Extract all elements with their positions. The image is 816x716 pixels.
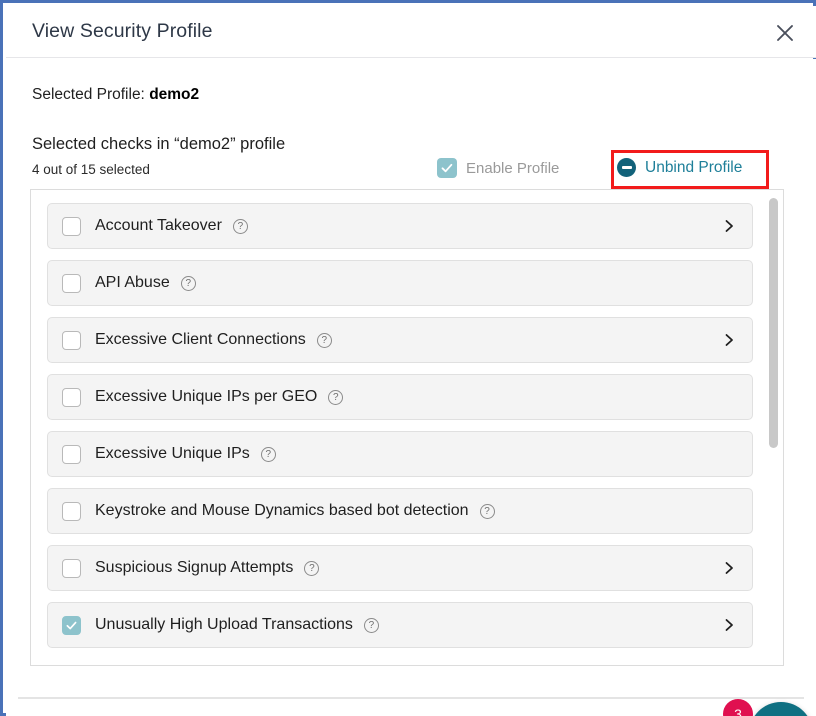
list-item[interactable]: Excessive Unique IPs? (47, 431, 753, 477)
help-icon[interactable]: ? (232, 218, 248, 234)
check-item-checkbox[interactable] (62, 444, 81, 464)
check-item-checkbox[interactable] (62, 558, 81, 578)
help-icon[interactable]: ? (304, 560, 320, 576)
check-item-checkbox[interactable] (62, 501, 81, 521)
close-icon[interactable] (770, 18, 800, 48)
check-item-label: Excessive Unique IPs (95, 445, 250, 462)
selected-profile-label: Selected Profile: (32, 86, 145, 103)
checks-list-inner: Account Takeover? API Abuse? Excessive Cli… (31, 190, 769, 659)
chevron-right-icon[interactable] (722, 219, 736, 233)
check-icon (437, 158, 457, 178)
checks-list: Account Takeover? API Abuse? Excessive Cli… (30, 189, 784, 666)
chevron-right-icon[interactable] (722, 561, 736, 575)
list-item[interactable]: Suspicious Signup Attempts? (47, 545, 753, 591)
unbind-profile-button[interactable]: Unbind Profile (617, 158, 742, 177)
page-title: View Security Profile (32, 20, 213, 42)
footer-divider (18, 697, 804, 699)
check-item-checkbox[interactable] (62, 615, 81, 635)
check-item-checkbox[interactable] (62, 387, 81, 407)
enable-profile-checkbox[interactable]: Enable Profile (437, 158, 559, 178)
check-item-label: Suspicious Signup Attempts (95, 559, 294, 576)
modal-header: View Security Profile (6, 6, 816, 58)
check-item-label: API Abuse (95, 274, 170, 291)
check-item-label: Excessive Client Connections (95, 331, 306, 348)
help-icon[interactable]: ? (180, 275, 196, 291)
check-item-label: Account Takeover (95, 217, 222, 234)
check-item-checkbox[interactable] (62, 273, 81, 293)
help-icon[interactable]: ? (479, 503, 495, 519)
list-item[interactable]: Unusually High Upload Transactions? (47, 602, 753, 648)
check-item-checkbox[interactable] (62, 216, 81, 236)
check-item-checkbox[interactable] (62, 330, 81, 350)
chevron-right-icon[interactable] (722, 618, 736, 632)
check-item-label: Excessive Unique IPs per GEO (95, 388, 318, 405)
help-icon[interactable]: ? (363, 617, 379, 633)
help-icon[interactable]: ? (316, 332, 332, 348)
screen: View Security Profile Selected Profile: … (0, 0, 816, 716)
checks-heading: Selected checks in “demo2” profile (32, 135, 286, 153)
help-icon[interactable]: ? (328, 389, 344, 405)
help-icon[interactable]: ? (260, 446, 276, 462)
modal-window: View Security Profile Selected Profile: … (0, 0, 816, 716)
list-item[interactable]: Account Takeover? (47, 203, 753, 249)
navigation-arrow-icon[interactable] (749, 702, 813, 716)
checks-list-scrollbar[interactable] (769, 195, 778, 660)
check-item-label: Keystroke and Mouse Dynamics based bot d… (95, 502, 469, 519)
list-item[interactable]: Keystroke and Mouse Dynamics based bot d… (47, 488, 753, 534)
selected-count: 4 out of 15 selected (32, 162, 150, 177)
notification-badge[interactable]: 3 (723, 699, 753, 716)
minus-circle-icon (617, 158, 636, 177)
chevron-right-icon[interactable] (722, 333, 736, 347)
scrollbar-thumb[interactable] (769, 198, 778, 448)
modal-body: Selected Profile: demo2 Selected checks … (6, 59, 816, 716)
list-item[interactable]: API Abuse? (47, 260, 753, 306)
list-item[interactable]: Excessive Client Connections? (47, 317, 753, 363)
selected-profile-value: demo2 (149, 86, 200, 103)
enable-profile-label: Enable Profile (466, 159, 560, 177)
selected-profile: Selected Profile: demo2 (32, 86, 199, 104)
unbind-profile-label: Unbind Profile (645, 158, 743, 176)
check-item-label: Unusually High Upload Transactions (95, 616, 353, 633)
list-item[interactable]: Excessive Unique IPs per GEO? (47, 374, 753, 420)
